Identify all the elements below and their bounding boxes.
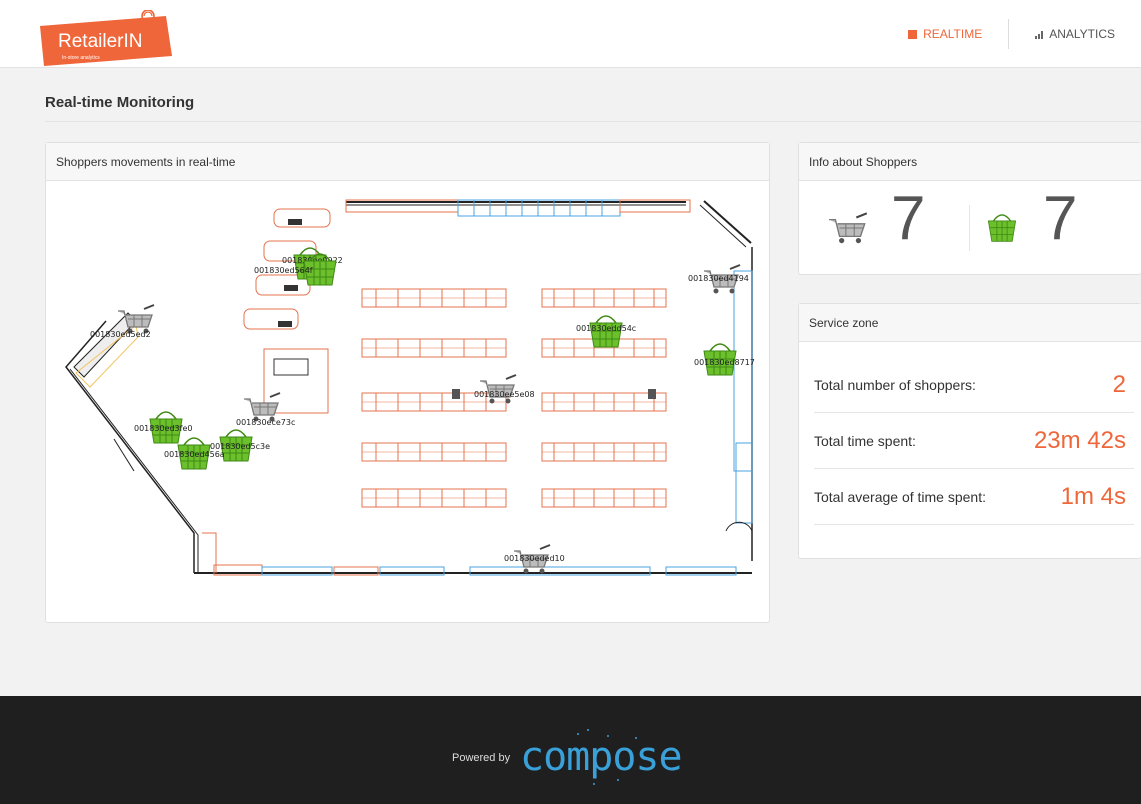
- compose-logo-text: compose: [520, 734, 682, 780]
- shopper-id: 001830ed456a: [164, 450, 225, 459]
- stat-value: 1m 4s: [1060, 482, 1126, 510]
- stat-label: Total average of time spent:: [814, 488, 986, 505]
- stat-row-total-time: Total time spent: 23m 42s: [814, 413, 1134, 469]
- retailerin-logo[interactable]: RetailerIN In-store analytics: [38, 10, 178, 70]
- store-map[interactable]: 001830ed5ed2 001830ee0922 001830ed564f 0…: [46, 181, 769, 622]
- stat-label: Total number of shoppers:: [814, 376, 976, 393]
- shopper-id: 001830eded10: [504, 554, 565, 563]
- nav-analytics[interactable]: ANALYTICS: [1009, 19, 1141, 49]
- shopper-marker[interactable]: 001830ece73c: [236, 392, 295, 427]
- stat-value: 23m 42s: [1033, 426, 1126, 454]
- nav-analytics-label: ANALYTICS: [1049, 27, 1115, 41]
- main-nav: REALTIME ANALYTICS: [882, 0, 1141, 68]
- shopper-id: 001830ed5ed2: [90, 330, 151, 339]
- top-bar: RetailerIN In-store analytics REALTIME A…: [0, 0, 1141, 68]
- shopper-id: 001830ece73c: [236, 418, 295, 427]
- svg-text:RetailerIN: RetailerIN: [58, 31, 142, 52]
- store-floorplan: 001830ed5ed2 001830ee0922 001830ed564f 0…: [65, 199, 755, 576]
- shopper-id: 001830ed4194: [688, 274, 749, 283]
- nav-realtime-label: REALTIME: [923, 27, 983, 41]
- footer: Powered by compose: [0, 696, 1141, 804]
- shopper-id: 001830edd54c: [576, 324, 636, 333]
- shopper-marker[interactable]: 001830edd54c: [576, 315, 636, 348]
- basket-count: 7: [1043, 184, 1078, 253]
- powered-by: Powered by compose: [452, 726, 708, 790]
- stat-row-average-time: Total average of time spent: 1m 4s: [814, 469, 1134, 525]
- shopper-marker[interactable]: 001830ee5e08: [474, 374, 535, 405]
- service-zone-title: Service zone: [799, 304, 1141, 342]
- shopper-marker[interactable]: 001830eded10: [504, 544, 565, 575]
- page-title: Real-time Monitoring: [45, 94, 195, 111]
- shopping-cart-icon: [829, 212, 868, 244]
- nav-realtime[interactable]: REALTIME: [882, 19, 1008, 49]
- shopper-id: 001830ed3fe0: [134, 424, 192, 433]
- compose-logo[interactable]: compose: [518, 726, 708, 790]
- stat-row-total-shoppers: Total number of shoppers: 2: [814, 357, 1134, 413]
- shopper-id: 001830ed564f: [254, 266, 313, 275]
- shopper-counts: 7 7: [799, 181, 1141, 275]
- cart-count: 7: [891, 184, 926, 253]
- stat-value: 2: [1112, 370, 1126, 398]
- info-panel-title: Info about Shoppers: [799, 143, 1141, 181]
- stat-label: Total time spent:: [814, 432, 916, 449]
- bar-chart-icon: [1035, 30, 1044, 39]
- shopper-marker[interactable]: 001830ed4194: [688, 264, 749, 295]
- shopper-marker[interactable]: 001830ed3fe0: [134, 411, 192, 444]
- map-panel-title: Shoppers movements in real-time: [46, 143, 769, 181]
- realtime-icon: [908, 29, 918, 39]
- shopping-basket-icon: [987, 214, 1017, 242]
- shopper-id: 001830ee5e08: [474, 390, 535, 399]
- info-panel: Info about Shoppers 7 7: [798, 142, 1141, 275]
- map-panel: Shoppers movements in real-time 001830ed…: [45, 142, 770, 623]
- powered-by-label: Powered by: [452, 752, 511, 764]
- title-divider: [45, 121, 1141, 122]
- service-zone-panel: Service zone Total number of shoppers: 2…: [798, 303, 1141, 559]
- counts-divider: [969, 205, 970, 251]
- svg-text:In-store analytics: In-store analytics: [62, 55, 100, 61]
- shopper-marker[interactable]: 001830ed8717: [694, 343, 755, 376]
- shopper-id: 001830ed8717: [694, 358, 755, 367]
